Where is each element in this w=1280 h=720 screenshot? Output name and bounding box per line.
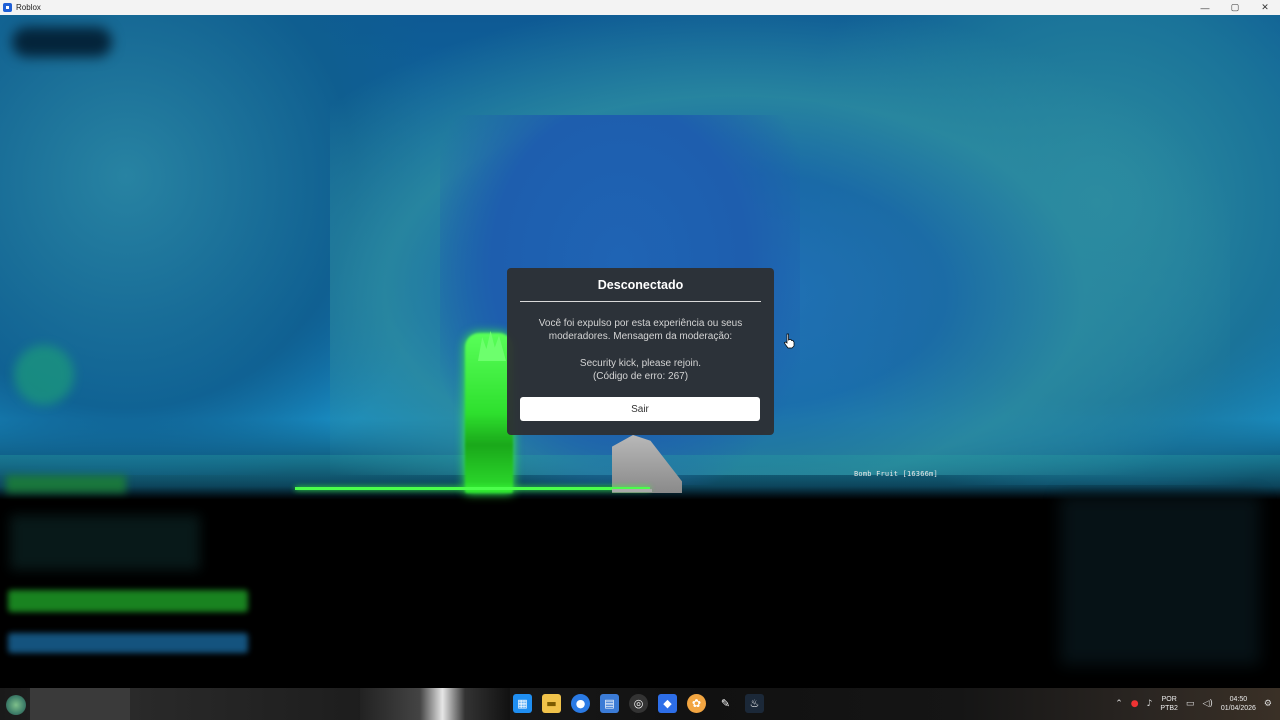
system-tray: ⌃ ● ♪ POR PTB2 ▭ ◁) 04:50 01/04/2026 ⚙ (1115, 688, 1272, 720)
window-title-bar: Roblox — ▢ ✕ (0, 0, 1280, 15)
taskbar-widget-panel[interactable] (30, 688, 130, 720)
network-icon[interactable]: ▭ (1186, 699, 1195, 709)
dialog-message: Você foi expulso por esta experiência ou… (538, 318, 743, 342)
taskbar: ▦ ▬ ● ▤ ◎ ◆ ✿ ✎ ♨ ⌃ ● ♪ POR PTB2 ▭ ◁) 04… (0, 688, 1280, 720)
energy-bar-blur (8, 633, 248, 653)
hud-bar-blur (6, 475, 126, 493)
settings-icon[interactable]: ⚙ (1264, 699, 1272, 709)
minimize-button[interactable]: — (1190, 0, 1220, 15)
steam-icon[interactable]: ♨ (745, 694, 764, 713)
dialog-title: Desconectado (597, 278, 684, 292)
chevron-up-icon[interactable]: ⌃ (1115, 699, 1123, 709)
language-indicator[interactable]: POR PTB2 (1160, 695, 1178, 713)
error-code: (Código de erro: 267) (592, 371, 689, 382)
health-bar-blur (8, 590, 248, 612)
window-title: Roblox (16, 3, 41, 12)
chrome-icon[interactable]: ● (571, 694, 590, 713)
hand-cursor-icon (784, 333, 795, 349)
disconnect-dialog: Desconectado Você foi expulso por esta e… (507, 268, 774, 435)
obs-icon[interactable]: ◎ (629, 694, 648, 713)
green-ground-line (295, 487, 650, 490)
window-controls: — ▢ ✕ (1190, 0, 1280, 15)
taskbar-wallpaper-region (360, 688, 510, 720)
volume-icon[interactable]: ◁) (1202, 699, 1212, 709)
record-icon[interactable]: ● (1131, 699, 1139, 709)
overhead-label: Bomb Fruit [16366m] (854, 470, 938, 478)
dialog-divider (520, 301, 761, 302)
roblox-app-icon (3, 3, 12, 12)
kick-reason: Security kick, please rejoin. (579, 358, 702, 369)
store-icon[interactable]: ▤ (600, 694, 619, 713)
pen-icon[interactable]: ✎ (716, 694, 735, 713)
ability-circle-blur (14, 345, 74, 405)
file-explorer-icon[interactable]: ▬ (542, 694, 561, 713)
right-hud-blur (1060, 495, 1260, 665)
start-orb-icon[interactable] (6, 695, 26, 715)
pinned-apps: ▦ ▬ ● ▤ ◎ ◆ ✿ ✎ ♨ (513, 694, 764, 713)
topleft-hud-blur (12, 27, 112, 57)
microphone-icon[interactable]: ♪ (1147, 699, 1153, 709)
dialog-detail: Security kick, please rejoin. (Código de… (520, 357, 761, 383)
paint-icon[interactable]: ✿ (687, 694, 706, 713)
maximize-button[interactable]: ▢ (1220, 0, 1250, 15)
grey-ground-line (612, 489, 652, 492)
close-button[interactable]: ✕ (1250, 0, 1280, 15)
leave-button[interactable]: Sair (520, 397, 760, 421)
clock[interactable]: 04:50 01/04/2026 (1221, 695, 1256, 713)
windows-start-icon[interactable]: ▦ (513, 694, 532, 713)
roblox-icon[interactable]: ◆ (658, 694, 677, 713)
hud-stats-blur (10, 515, 200, 570)
